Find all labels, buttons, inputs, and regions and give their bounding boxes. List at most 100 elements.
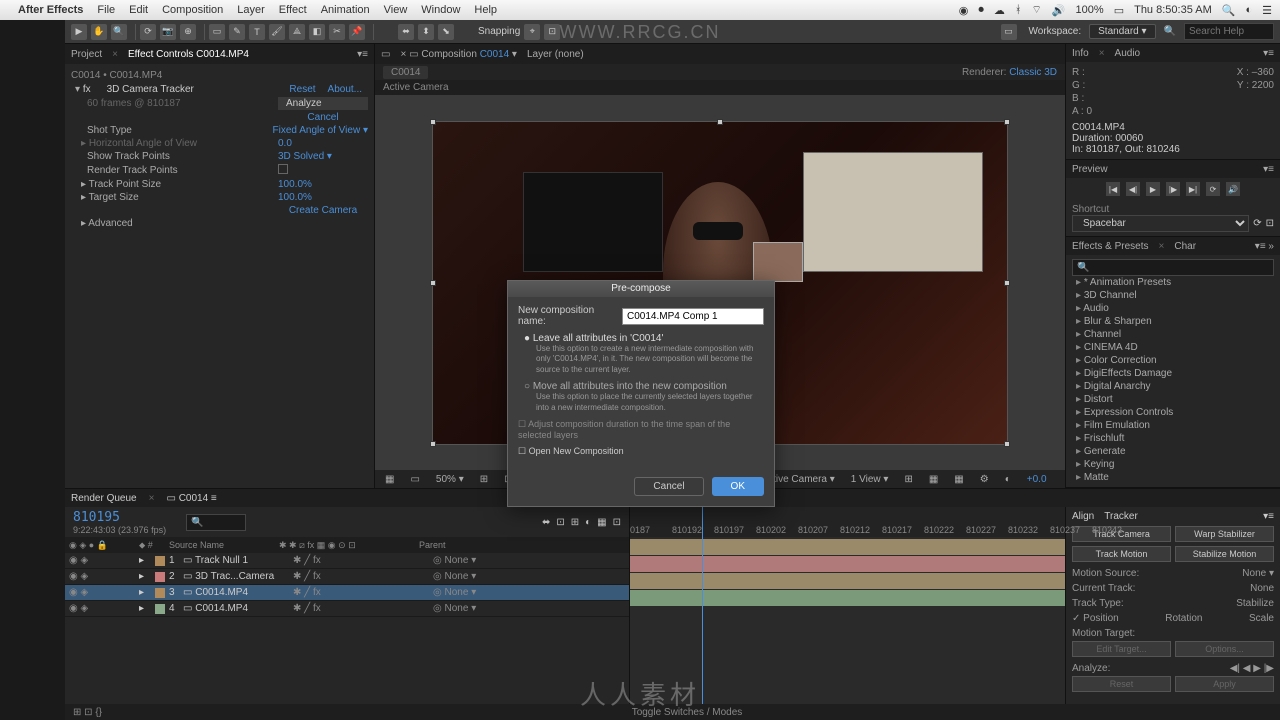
exposure[interactable]: +0.0 <box>1023 474 1051 485</box>
tab-close-icon[interactable]: × <box>149 493 155 504</box>
tab-close-icon[interactable]: × <box>112 49 118 60</box>
stabilize-motion-button[interactable]: Stabilize Motion <box>1175 546 1274 562</box>
clone-tool-icon[interactable]: ⟁ <box>289 24 305 40</box>
spotlight-icon[interactable]: 🔍 <box>1222 4 1236 17</box>
fx-list[interactable]: * Animation Presets3D ChannelAudioBlur &… <box>1072 276 1274 483</box>
sys-icon[interactable]: ◉ <box>959 4 969 17</box>
layer-row[interactable]: ◉ ◈ ▸ 2 ▭ 3D Trac...Camera ✱ ╱ fx ◎ None… <box>65 569 629 585</box>
tl-tool-icon[interactable]: ◐ <box>585 517 591 528</box>
battery-label[interactable]: 100% <box>1076 4 1104 16</box>
fx-category[interactable]: DigiEffects Damage <box>1072 367 1274 380</box>
prev-frame-icon[interactable]: ◀| <box>1126 182 1140 196</box>
analyze-button[interactable]: Analyze <box>278 97 368 110</box>
layer-row[interactable]: ◉ ◈ ▸ 4 ▭ C0014.MP4 ✱ ╱ fx ◎ None ▾ <box>65 601 629 617</box>
puppet-tool-icon[interactable]: 📌 <box>349 24 365 40</box>
workspace-dropdown[interactable]: Standard ▾ <box>1089 24 1155 39</box>
tl-tool-icon[interactable]: ⊡ <box>613 517 621 528</box>
anchor-tool-icon[interactable]: ⊕ <box>180 24 196 40</box>
menu-edit[interactable]: Edit <box>129 4 148 16</box>
play-icon[interactable]: ▶ <box>1146 182 1160 196</box>
reset-link[interactable]: Reset <box>283 84 321 95</box>
tab-timeline-comp[interactable]: ▭ C0014 ≡ <box>166 493 216 504</box>
motion-source-dropdown[interactable]: None ▾ <box>1242 568 1274 579</box>
about-link[interactable]: About... <box>322 84 368 95</box>
vf-icon[interactable]: ⊞ <box>900 474 916 485</box>
notif-icon[interactable]: ☰ <box>1262 4 1272 17</box>
panel-menu-icon[interactable]: ▾≡ <box>1263 164 1274 175</box>
wifi-icon[interactable]: ⌔ <box>1032 3 1042 17</box>
menu-window[interactable]: Window <box>421 4 460 16</box>
last-frame-icon[interactable]: ▶| <box>1186 182 1200 196</box>
screen-icon[interactable]: ▭ <box>1001 24 1017 40</box>
loop-icon[interactable]: ⟳ <box>1206 182 1220 196</box>
cancel-button[interactable]: Cancel <box>634 477 703 496</box>
tl-tool-icon[interactable]: ⬌ <box>542 517 550 528</box>
fx-category[interactable]: Frischluft <box>1072 432 1274 445</box>
fx-search-input[interactable] <box>1072 259 1274 276</box>
snap-icon[interactable]: ⊡ <box>544 24 560 40</box>
fx-category[interactable]: CINEMA 4D <box>1072 341 1274 354</box>
tab-char[interactable]: Char <box>1174 241 1196 252</box>
warp-stabilizer-button[interactable]: Warp Stabilizer <box>1175 526 1274 542</box>
bluetooth-icon[interactable]: ᚼ <box>1015 4 1022 16</box>
renderer-value[interactable]: Classic 3D <box>1009 67 1057 78</box>
panel-menu-icon[interactable]: ▾≡ <box>1263 511 1274 522</box>
siri-icon[interactable]: ◐ <box>1245 4 1252 16</box>
selection-tool-icon[interactable]: ▶ <box>71 24 87 40</box>
shape-tool-icon[interactable]: ▭ <box>209 24 225 40</box>
fx-category[interactable]: Keying <box>1072 458 1274 471</box>
fx-name[interactable]: 3D Camera Tracker <box>91 84 284 95</box>
comp-name-pill[interactable]: C0014 <box>383 66 428 79</box>
fx-category[interactable]: Matte <box>1072 471 1274 483</box>
fx-category[interactable]: Film Emulation <box>1072 419 1274 432</box>
col-parent[interactable]: Parent <box>419 540 446 550</box>
tl-tool-icon[interactable]: ⊞ <box>571 517 579 528</box>
first-frame-icon[interactable]: |◀ <box>1106 182 1120 196</box>
target-size-value[interactable]: 100.0% <box>278 192 368 203</box>
tab-composition[interactable]: × ▭ Composition C0014 ▾ <box>400 49 517 60</box>
tl-tool-icon[interactable]: ▦ <box>597 517 606 528</box>
zoom-dropdown[interactable]: 50% ▾ <box>432 474 468 485</box>
menu-file[interactable]: File <box>97 4 115 16</box>
fx-category[interactable]: Digital Anarchy <box>1072 380 1274 393</box>
fx-category[interactable]: Distort <box>1072 393 1274 406</box>
menu-help[interactable]: Help <box>474 4 497 16</box>
tab-close-icon[interactable]: × <box>1099 48 1105 59</box>
eraser-tool-icon[interactable]: ◧ <box>309 24 325 40</box>
fx-category[interactable]: Expression Controls <box>1072 406 1274 419</box>
tab-audio[interactable]: Audio <box>1115 48 1141 59</box>
vf-icon[interactable]: ▦ <box>381 474 398 485</box>
menu-effect[interactable]: Effect <box>279 4 307 16</box>
col-source[interactable]: Source Name <box>169 540 279 550</box>
fx-category[interactable]: Color Correction <box>1072 354 1274 367</box>
layer-row[interactable]: ◉ ◈ ▸ 3 ▭ C0014.MP4 ✱ ╱ fx ◎ None ▾ <box>65 585 629 601</box>
fx-category[interactable]: Channel <box>1072 328 1274 341</box>
hand-tool-icon[interactable]: ✋ <box>91 24 107 40</box>
tab-tracker[interactable]: Tracker <box>1104 511 1138 522</box>
settings-icon[interactable]: ⊡ <box>1266 218 1274 229</box>
tab-project[interactable]: Project <box>71 49 102 60</box>
tl-tool-icon[interactable]: ⊡ <box>556 517 564 528</box>
playhead[interactable] <box>702 507 703 704</box>
panel-menu-icon[interactable]: ▾≡ <box>357 49 368 60</box>
layer-row[interactable]: ◉ ◈ ▸ 1 ▭ Track Null 1 ✱ ╱ fx ◎ None ▾ <box>65 553 629 569</box>
search-help-input[interactable] <box>1184 23 1274 40</box>
rotate-tool-icon[interactable]: ⟳ <box>140 24 156 40</box>
vf-icon[interactable]: ◐ <box>1001 474 1015 485</box>
tp-size-value[interactable]: 100.0% <box>278 179 368 190</box>
menu-layer[interactable]: Layer <box>237 4 265 16</box>
menu-composition[interactable]: Composition <box>162 4 223 16</box>
tab-preview[interactable]: Preview <box>1072 164 1108 175</box>
new-comp-name-input[interactable] <box>622 308 764 325</box>
volume-icon[interactable]: 🔊 <box>1052 4 1066 17</box>
vf-icon[interactable]: ▭ <box>406 474 423 485</box>
views-dropdown[interactable]: 1 View ▾ <box>847 474 893 485</box>
fx-category[interactable]: 3D Channel <box>1072 289 1274 302</box>
advanced-toggle[interactable]: Advanced <box>88 218 132 229</box>
vf-icon[interactable]: ⚙ <box>976 474 993 485</box>
clock[interactable]: Thu 8:50:35 AM <box>1134 4 1212 16</box>
fx-category[interactable]: Blur & Sharpen <box>1072 315 1274 328</box>
axis-icon[interactable]: ⬊ <box>438 24 454 40</box>
tab-render-queue[interactable]: Render Queue <box>71 493 137 504</box>
sys-icon[interactable]: ⏺ <box>978 4 984 17</box>
